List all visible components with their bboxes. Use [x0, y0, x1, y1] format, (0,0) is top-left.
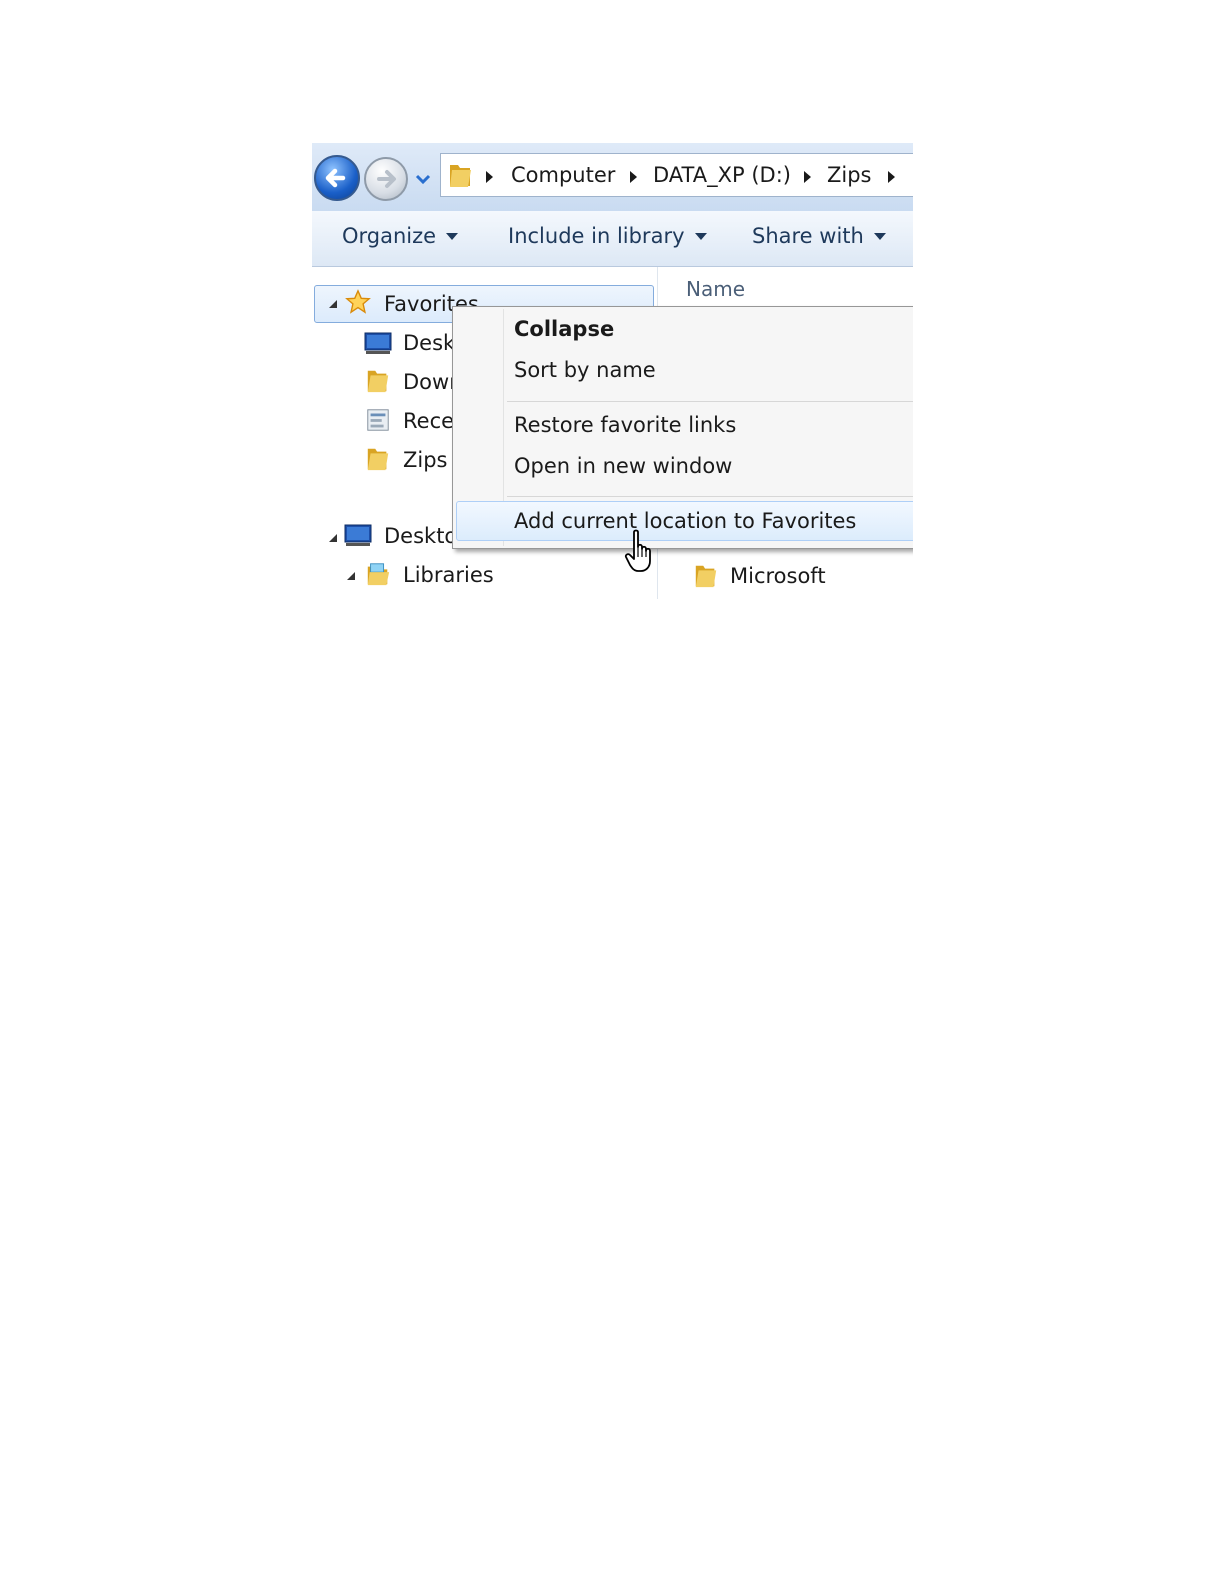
- folder-icon: [367, 370, 389, 393]
- include-in-library-label: Include in library: [508, 224, 685, 248]
- caret-down-icon: [873, 233, 886, 240]
- breadcrumb[interactable]: Computer DATA_XP (D:) Zips: [440, 153, 913, 197]
- expand-triangle-icon[interactable]: [328, 299, 338, 309]
- caret-down-icon: [694, 233, 707, 240]
- recent-pages-chevron-down-icon[interactable]: [415, 173, 431, 185]
- nav-item-downloads[interactable]: Dowr: [403, 370, 458, 394]
- star-icon: [345, 289, 371, 314]
- nav-item-recent-places[interactable]: Rece: [403, 409, 454, 433]
- breadcrumb-computer[interactable]: Computer: [511, 163, 615, 187]
- nav-item-libraries[interactable]: Libraries: [403, 563, 494, 587]
- organize-label: Organize: [342, 224, 437, 248]
- back-button[interactable]: [314, 155, 360, 201]
- column-header-name[interactable]: Name: [686, 277, 745, 301]
- menu-item-sort-by-name[interactable]: Sort by name: [514, 358, 656, 382]
- desktop-icon: [364, 332, 392, 354]
- organize-button[interactable]: Organize: [342, 224, 459, 248]
- breadcrumb-arrow-icon[interactable]: [485, 171, 494, 183]
- menu-separator: [507, 401, 913, 402]
- breadcrumb-data-xp[interactable]: DATA_XP (D:): [653, 163, 791, 187]
- hand-pointer-cursor-icon: [624, 529, 651, 572]
- menu-item-collapse[interactable]: Collapse: [514, 317, 614, 341]
- breadcrumb-arrow-icon[interactable]: [803, 171, 812, 183]
- share-with-button[interactable]: Share with: [752, 224, 886, 248]
- breadcrumb-zips[interactable]: Zips: [827, 163, 872, 187]
- breadcrumb-arrow-icon[interactable]: [887, 171, 896, 183]
- share-with-label: Share with: [752, 224, 864, 248]
- forward-button[interactable]: [364, 157, 408, 201]
- menu-separator: [507, 496, 913, 497]
- nav-item-desktop-favorite[interactable]: Desk: [403, 331, 455, 355]
- expand-triangle-icon[interactable]: [346, 571, 356, 581]
- breadcrumb-arrow-icon[interactable]: [629, 171, 638, 183]
- libraries-icon: [367, 563, 390, 586]
- menu-item-restore-favorite-links[interactable]: Restore favorite links: [514, 413, 736, 437]
- nav-item-zips[interactable]: Zips: [403, 448, 448, 472]
- folder-icon: [450, 165, 471, 187]
- expand-triangle-icon[interactable]: [328, 533, 338, 543]
- context-menu: Collapse Sort by name Restore favorite l…: [452, 306, 913, 549]
- file-item-microsoft[interactable]: Microsoft: [730, 564, 826, 588]
- folder-icon: [695, 565, 717, 588]
- folder-icon: [367, 448, 389, 471]
- nav-item-desktop[interactable]: Deskto: [384, 524, 457, 548]
- command-bar: Organize Include in library Share with: [312, 211, 913, 267]
- menu-item-open-in-new-window[interactable]: Open in new window: [514, 454, 732, 478]
- menu-item-add-current-location-to-favorites[interactable]: Add current location to Favorites: [514, 509, 856, 533]
- caret-down-icon: [446, 233, 459, 240]
- desktop-icon: [344, 524, 372, 546]
- back-arrow-icon: [325, 168, 346, 188]
- include-in-library-button[interactable]: Include in library: [508, 224, 707, 248]
- recent-places-icon: [367, 409, 389, 431]
- explorer-window-screenshot: Computer DATA_XP (D:) Zips Organize Incl…: [312, 143, 913, 599]
- forward-arrow-icon: [377, 170, 396, 188]
- address-bar: Computer DATA_XP (D:) Zips: [312, 143, 913, 211]
